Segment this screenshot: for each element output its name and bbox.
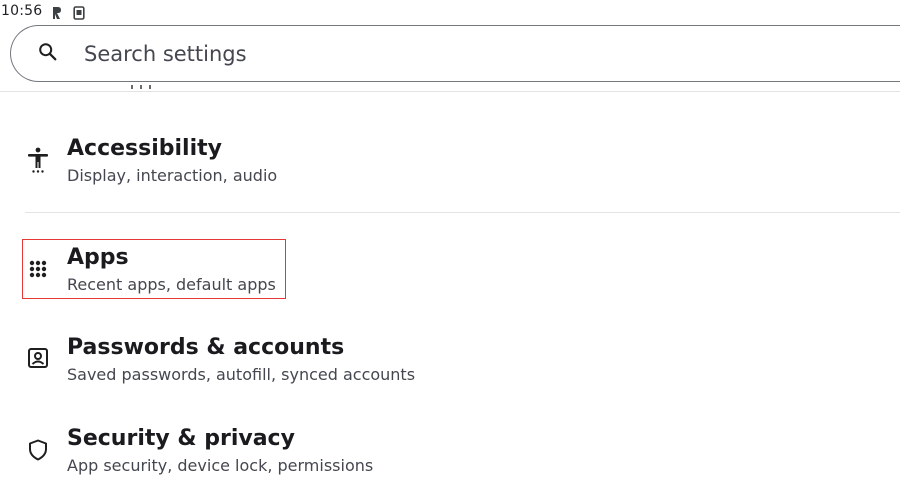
section-divider (25, 212, 900, 213)
item-title: Security & privacy (67, 426, 295, 451)
settings-item-passwords-accounts[interactable]: Passwords & accounts Saved passwords, au… (22, 335, 722, 395)
search-icon (37, 41, 59, 63)
item-subtitle: Saved passwords, autofill, synced accoun… (67, 365, 416, 384)
accessibility-icon (26, 147, 50, 173)
clipped-previous-item (0, 83, 900, 91)
apps-grid-icon (26, 257, 50, 281)
settings-screen: 10:56 Search settings Accessibility Disp… (0, 0, 900, 500)
activity-icon (51, 5, 63, 19)
top-divider (0, 91, 900, 92)
search-placeholder: Search settings (84, 42, 247, 66)
item-title: Passwords & accounts (67, 335, 345, 360)
screenshot-icon (73, 5, 85, 20)
account-box-icon (26, 346, 50, 370)
item-subtitle: Display, interaction, audio (67, 166, 278, 185)
item-title: Accessibility (67, 136, 222, 161)
status-bar: 10:56 (0, 0, 900, 24)
item-subtitle: App security, device lock, permissions (67, 456, 374, 475)
settings-item-accessibility[interactable]: Accessibility Display, interaction, audi… (22, 136, 722, 196)
settings-item-apps[interactable]: Apps Recent apps, default apps (22, 245, 722, 305)
shield-icon (26, 438, 50, 462)
settings-item-security-privacy[interactable]: Security & privacy App security, device … (22, 426, 722, 486)
item-subtitle: Recent apps, default apps (67, 275, 276, 294)
status-time: 10:56 (1, 3, 43, 19)
search-bar[interactable]: Search settings (10, 25, 900, 82)
item-title: Apps (67, 245, 129, 270)
